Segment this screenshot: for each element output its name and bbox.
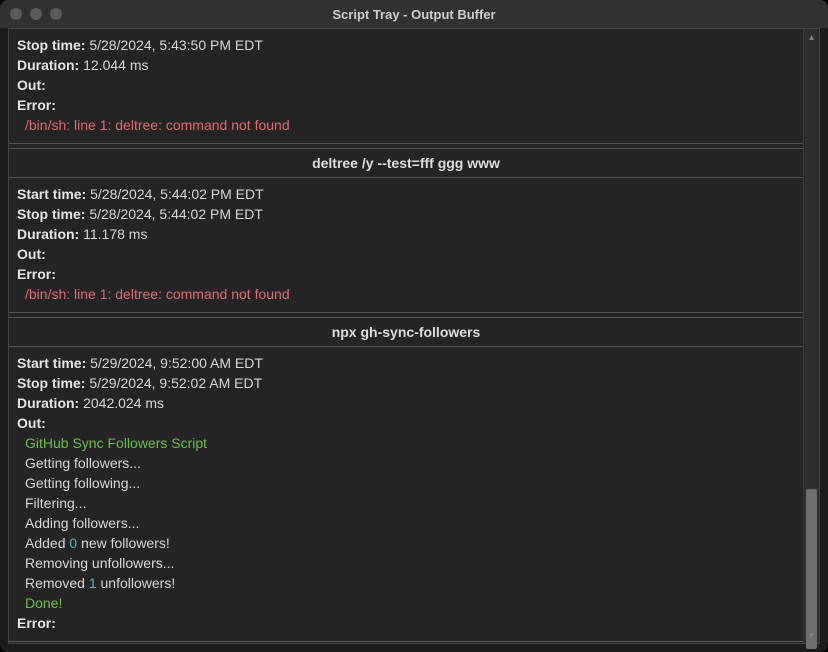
meta-label: Stop time: [17,37,89,53]
meta-value: 12.044 ms [83,57,148,73]
out-line: Added 0 new followers! [17,533,795,553]
error-label-row: Error: [17,95,795,115]
error-label-row: Error: [17,613,795,633]
out-line: Removing unfollowers... [17,553,795,573]
out-segment: Filtering... [25,495,86,511]
meta-row: Duration: 2042.024 ms [17,393,795,413]
meta-value: 5/28/2024, 5:44:02 PM EDT [90,186,264,202]
out-segment: 0 [69,535,77,551]
close-icon[interactable] [10,8,22,20]
meta-row: Duration: 12.044 ms [17,55,795,75]
meta-label: Duration: [17,395,83,411]
out-segment: new followers! [77,535,170,551]
out-line: Removed 1 unfollowers! [17,573,795,593]
out-segment: unfollowers! [97,575,176,591]
meta-row: Stop time: 5/28/2024, 5:44:02 PM EDT [17,204,795,224]
scroll-thumb[interactable] [806,489,817,649]
meta-value: 5/28/2024, 5:44:02 PM EDT [89,206,263,222]
command-header: npx gh-sync-followers [9,317,803,347]
out-line: GitHub Sync Followers Script [17,433,795,453]
error-line: /bin/sh: line 1: deltree: command not fo… [17,284,795,304]
meta-row: Stop time: 5/29/2024, 9:52:02 AM EDT [17,373,795,393]
minimize-icon[interactable] [30,8,42,20]
output-block: deltree /y --test=fff ggg www Start time:… [9,144,803,313]
meta-label: Stop time: [17,206,89,222]
error-line: /bin/sh: line 1: deltree: command not fo… [17,115,795,135]
scroll-up-icon[interactable]: ▴ [804,29,819,45]
out-label: Out: [17,415,46,431]
out-segment: 1 [89,575,97,591]
out-segment: Added [25,535,69,551]
output-content[interactable]: Stop time: 5/28/2024, 5:43:50 PM EDTDura… [9,29,803,643]
meta-label: Duration: [17,57,83,73]
out-line: Getting followers... [17,453,795,473]
out-label: Out: [17,246,46,262]
out-line: Filtering... [17,493,795,513]
out-label: Out: [17,77,46,93]
maximize-icon[interactable] [50,8,62,20]
app-window: Script Tray - Output Buffer Stop time: 5… [0,0,828,652]
command-header: deltree /y --test=fff ggg www [9,148,803,178]
titlebar[interactable]: Script Tray - Output Buffer [0,0,828,28]
meta-label: Duration: [17,226,83,242]
meta-value: 5/29/2024, 9:52:02 AM EDT [89,375,262,391]
meta-value: 11.178 ms [83,226,147,242]
out-segment: Removed [25,575,89,591]
meta-value: 5/29/2024, 9:52:00 AM EDT [90,355,263,371]
out-segment: Done! [25,595,62,611]
out-segment: Adding followers... [25,515,139,531]
out-line: Adding followers... [17,513,795,533]
error-label: Error: [17,266,56,282]
out-segment: Getting followers... [25,455,141,471]
out-label-row: Out: [17,413,795,433]
out-segment: GitHub Sync Followers Script [25,435,207,451]
meta-row: Duration: 11.178 ms [17,224,795,244]
meta-label: Start time: [17,186,90,202]
meta-label: Stop time: [17,375,89,391]
out-segment: Removing unfollowers... [25,555,174,571]
meta-row: Stop time: 5/28/2024, 5:43:50 PM EDT [17,35,795,55]
output-block: npx gh-sync-followers Start time: 5/29/20… [9,313,803,642]
out-line: Done! [17,593,795,613]
out-label-row: Out: [17,244,795,264]
output-block: Stop time: 5/28/2024, 5:43:50 PM EDTDura… [9,29,803,144]
error-label: Error: [17,615,56,631]
meta-label: Start time: [17,355,90,371]
output-viewport: Stop time: 5/28/2024, 5:43:50 PM EDTDura… [8,28,820,644]
out-label-row: Out: [17,75,795,95]
scrollbar[interactable]: ▴ ▾ [803,29,819,643]
meta-value: 5/28/2024, 5:43:50 PM EDT [89,37,263,53]
error-label-row: Error: [17,264,795,284]
out-segment: Getting following... [25,475,140,491]
meta-row: Start time: 5/28/2024, 5:44:02 PM EDT [17,184,795,204]
meta-value: 2042.024 ms [83,395,164,411]
scroll-down-icon[interactable]: ▾ [804,627,819,643]
window-title: Script Tray - Output Buffer [0,7,828,22]
error-label: Error: [17,97,56,113]
window-controls [10,8,62,20]
meta-row: Start time: 5/29/2024, 9:52:00 AM EDT [17,353,795,373]
out-line: Getting following... [17,473,795,493]
